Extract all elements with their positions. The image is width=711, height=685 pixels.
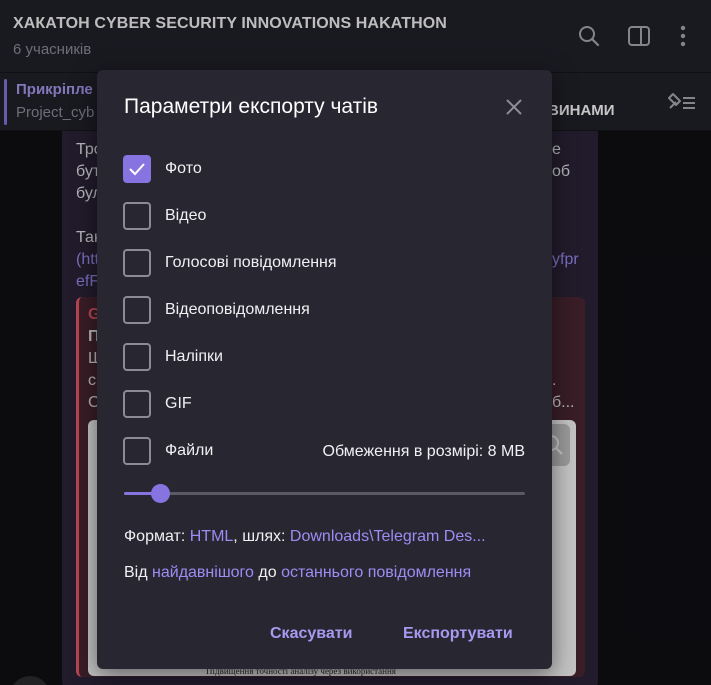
- format-link[interactable]: HTML: [190, 528, 234, 545]
- files-checkbox[interactable]: [123, 437, 151, 465]
- video-checkbox[interactable]: [123, 202, 151, 230]
- stickers-checkbox[interactable]: [123, 343, 151, 371]
- voice-messages-label: Голосові повідомлення: [165, 254, 337, 271]
- size-slider-track[interactable]: [124, 492, 525, 495]
- path-prefix: , шлях:: [233, 528, 290, 545]
- range-from-prefix: Від: [124, 564, 153, 581]
- gif-checkbox[interactable]: [123, 390, 151, 418]
- voice-messages-checkbox[interactable]: [123, 249, 151, 277]
- range-to-link[interactable]: останнього повідомлення: [281, 564, 471, 581]
- range-to-prefix: до: [253, 564, 282, 581]
- option-stickers[interactable]: Наліпки: [123, 342, 523, 372]
- cancel-button[interactable]: Скасувати: [270, 625, 352, 643]
- dialog-title: Параметри експорту чатів: [124, 95, 379, 118]
- option-gif[interactable]: GIF: [123, 389, 523, 419]
- photo-label: Фото: [165, 160, 202, 177]
- gif-label: GIF: [165, 395, 192, 412]
- export-button[interactable]: Експортувати: [403, 625, 513, 643]
- video-messages-label: Відеоповідомлення: [165, 301, 310, 318]
- format-line: Формат: HTML, шлях: Downloads\Telegram D…: [124, 528, 486, 546]
- stickers-label: Наліпки: [165, 348, 223, 365]
- checkmark-icon: [129, 163, 145, 176]
- video-label: Відео: [165, 207, 207, 224]
- option-video[interactable]: Відео: [123, 201, 523, 231]
- files-label: Файли: [165, 442, 214, 459]
- photo-checkbox[interactable]: [123, 155, 151, 183]
- export-settings-dialog: Параметри експорту чатів Фото Відео Голо…: [97, 70, 552, 669]
- option-video-messages[interactable]: Відеоповідомлення: [123, 295, 523, 325]
- option-voice-messages[interactable]: Голосові повідомлення: [123, 248, 523, 278]
- size-slider-handle[interactable]: [151, 484, 170, 503]
- video-messages-checkbox[interactable]: [123, 296, 151, 324]
- range-from-link[interactable]: найдавнішого: [152, 564, 254, 581]
- path-link[interactable]: Downloads\Telegram Des...: [290, 528, 486, 545]
- close-icon[interactable]: [501, 94, 527, 120]
- option-photo[interactable]: Фото: [123, 154, 523, 184]
- range-line: Від найдавнішого до останнього повідомле…: [124, 564, 471, 582]
- size-limit-label: Обмеження в розмірі: 8 MB: [322, 443, 526, 460]
- format-prefix: Формат:: [124, 528, 190, 545]
